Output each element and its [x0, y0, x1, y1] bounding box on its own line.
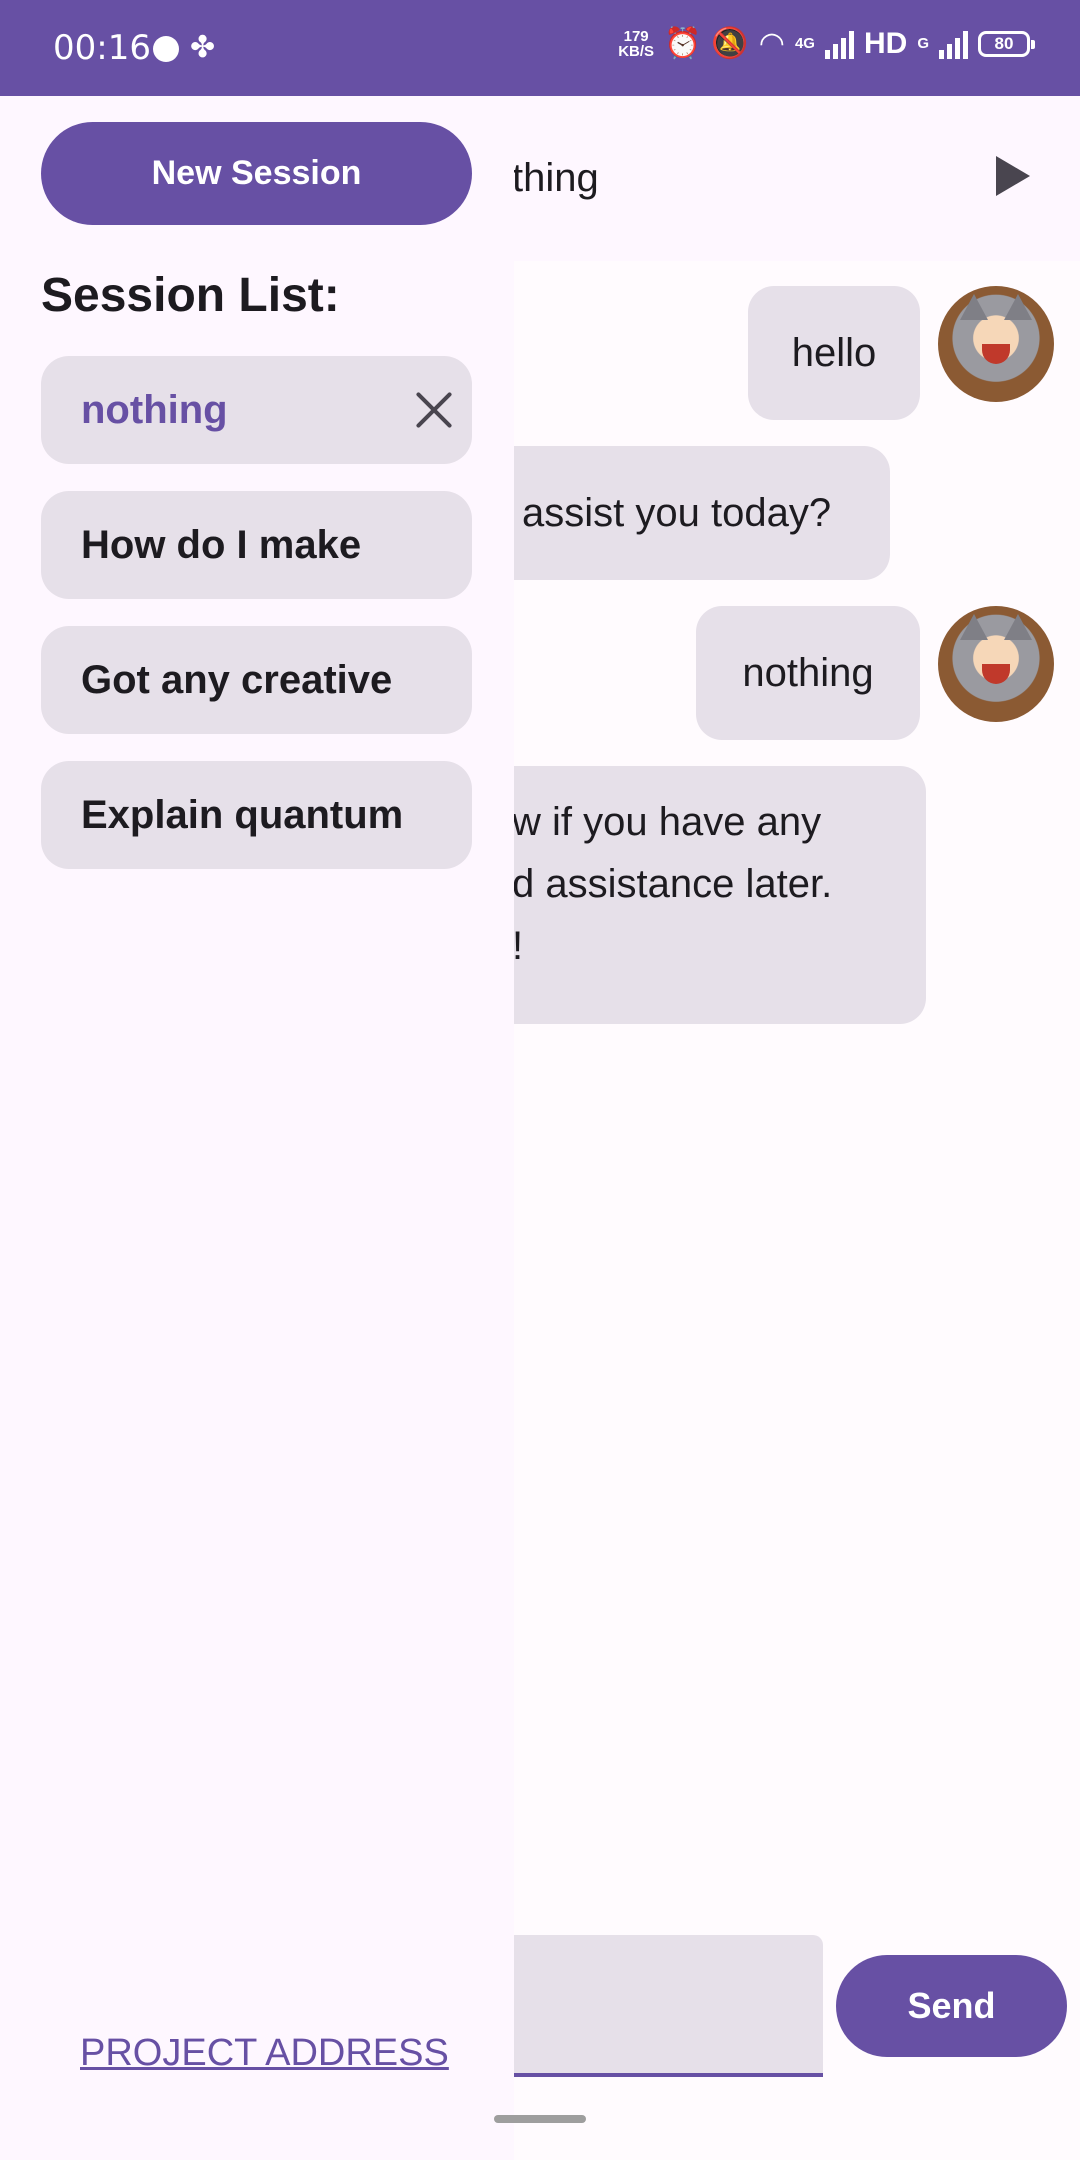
session-item[interactable]: Got any creative — [41, 626, 472, 734]
session-item[interactable]: Explain quantum — [41, 761, 472, 869]
session-title: Explain quantum — [81, 792, 404, 837]
session-drawer: New Session Session List: nothing How do… — [0, 96, 514, 2160]
gesture-handle[interactable] — [494, 2115, 586, 2123]
chat-title: thing — [512, 156, 599, 200]
status-bar: 00:16 ✤ 179 KB/S ⏰ 🔕 ◠ 4G HD G 80 — [0, 0, 1080, 96]
signal-icon-2 — [939, 29, 968, 59]
network-4g-label: 4G — [794, 35, 815, 52]
send-button[interactable]: Send — [836, 1955, 1067, 2057]
session-title: How do I make — [81, 522, 362, 567]
session-list-heading: Session List: — [41, 269, 340, 322]
avatar — [938, 606, 1054, 722]
session-title: nothing — [81, 387, 228, 432]
close-icon[interactable] — [414, 390, 454, 430]
session-item[interactable]: nothing — [41, 356, 472, 464]
session-item[interactable]: How do I make — [41, 491, 472, 599]
network-g-label: G — [917, 35, 929, 52]
session-title: Got any creative — [81, 657, 393, 702]
play-icon[interactable] — [996, 156, 1030, 196]
user-message: nothing — [696, 606, 920, 740]
signal-icon — [824, 29, 854, 59]
hd-label: HD — [863, 26, 908, 60]
net-speed: 179 KB/S — [618, 27, 655, 60]
status-icons: 179 KB/S ⏰ 🔕 ◠ 4G HD G 80 — [618, 26, 1035, 61]
wifi-icon: ◠ — [758, 27, 785, 60]
new-session-button[interactable]: New Session — [41, 122, 472, 225]
mute-icon: 🔕 — [711, 27, 749, 60]
status-time: 00:16 — [53, 28, 151, 68]
avatar — [938, 286, 1054, 402]
user-message: hello — [748, 286, 920, 420]
clover-icon: ✤ — [190, 31, 216, 64]
battery-icon: 80 — [978, 30, 1035, 57]
notification-dot-icon — [153, 36, 179, 62]
project-address-link[interactable]: PROJECT ADDRESS — [80, 2032, 449, 2075]
alarm-icon: ⏰ — [664, 27, 702, 60]
